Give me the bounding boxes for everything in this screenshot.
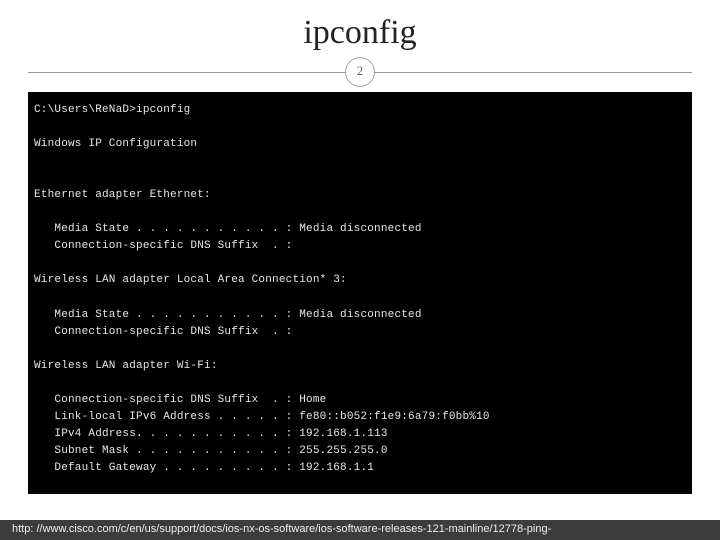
slide: ipconfig 2 C:\Users\ReNaD>ipconfig Windo… [0,0,720,540]
slide-title: ipconfig [0,0,720,58]
page-number-badge: 2 [345,57,375,87]
terminal-output: C:\Users\ReNaD>ipconfig Windows IP Confi… [28,92,692,494]
divider-row: 2 [0,58,720,86]
footer-url: http: //www.cisco.com/c/en/us/support/do… [0,520,720,540]
